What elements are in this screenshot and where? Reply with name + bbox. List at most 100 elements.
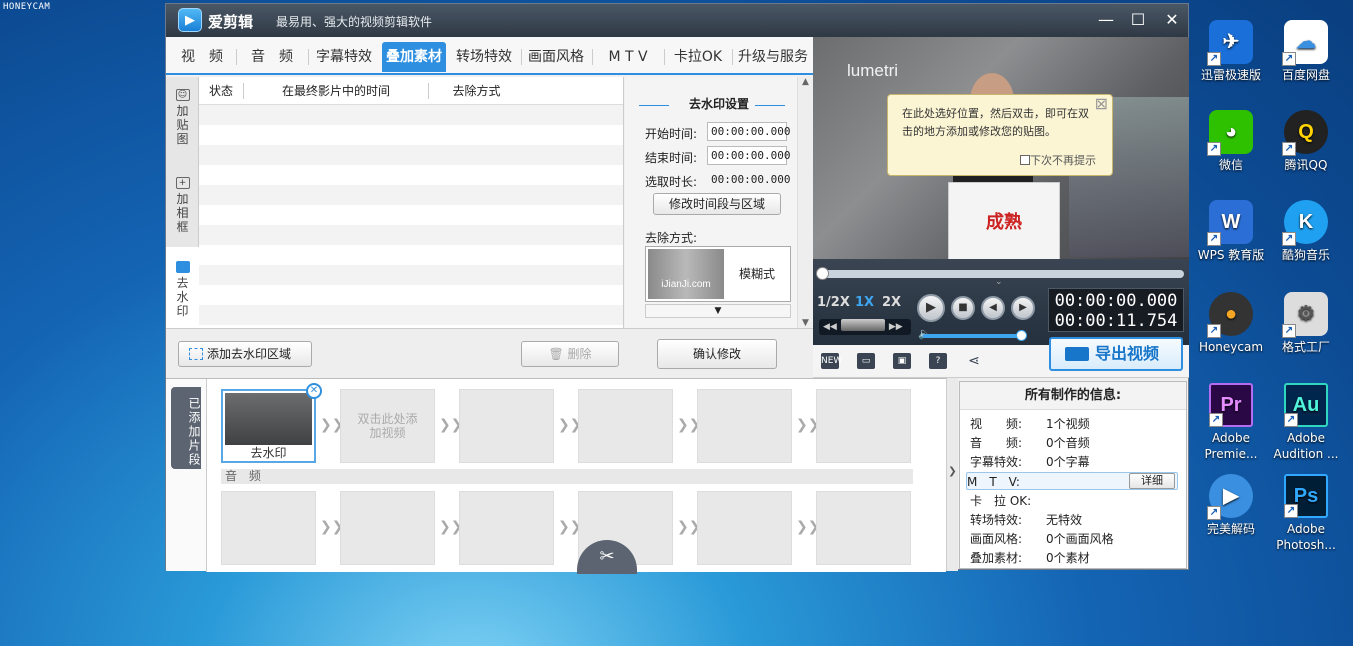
desktop-icon-wps[interactable]: W ↗ WPS 教育版 xyxy=(1192,200,1270,263)
confirm-modify-button[interactable]: 确认修改 xyxy=(657,339,777,369)
tab-subtitle-effects[interactable]: 字幕特效 xyxy=(312,42,376,72)
speed-2x[interactable]: 2X xyxy=(882,295,901,310)
remove-clip-icon[interactable]: ✕ xyxy=(306,383,322,399)
clip-label: 去水印 xyxy=(250,446,287,460)
seek-bar-mini[interactable]: ◀◀ ▶▶ xyxy=(819,319,911,335)
desktop-icon-wechat[interactable]: ◕ ↗ 微信 xyxy=(1192,110,1270,173)
audition-icon: Au ↗ xyxy=(1284,383,1328,427)
removal-method-value: 模糊式 xyxy=(738,267,775,281)
open-folder-icon[interactable]: ▭ xyxy=(857,353,875,369)
next-frame-button[interactable]: ▶ xyxy=(1011,296,1035,320)
audio-slot[interactable] xyxy=(221,491,316,565)
watermark-list: 状态 在最终影片中的时间 去除方式 xyxy=(199,77,624,328)
clip-slot[interactable] xyxy=(578,389,673,463)
volume-slider[interactable] xyxy=(923,330,1027,341)
tab-karaoke[interactable]: 卡拉OK xyxy=(668,42,728,72)
dont-show-again-checkbox[interactable]: 下次不再提示 xyxy=(1020,152,1096,170)
desktop-icon-xunlei[interactable]: ✈ ↗ 迅雷极速版 xyxy=(1192,20,1270,83)
minimize-button[interactable]: — xyxy=(1095,9,1117,31)
info-row-transitions: 转场特效: 无特效 xyxy=(970,513,1083,527)
new-project-icon[interactable]: NEW xyxy=(821,353,842,369)
watermark-settings-title: 去水印设置 xyxy=(688,97,749,111)
detail-button[interactable]: 详细 xyxy=(1129,473,1175,489)
aijianji-window: ▶ 爱剪辑 最易用、强大的视频剪辑软件 — ☐ ✕ 视 频 音 频 字幕特效 叠… xyxy=(165,3,1189,574)
delete-button[interactable]: 🗑 删除 xyxy=(521,341,619,367)
premiere-icon: Pr ↗ xyxy=(1209,383,1253,427)
side-tab-add-frame[interactable]: + 加相框 xyxy=(166,177,199,237)
audio-slot[interactable] xyxy=(697,491,792,565)
tab-transition-effects[interactable]: 转场特效 xyxy=(452,42,516,72)
production-info-panel: 所有制作的信息: 视 频: 1个视频 音 频: 0个音频 字幕特效: 0个字幕 M T… xyxy=(959,381,1187,569)
progress-handle[interactable] xyxy=(816,267,829,280)
desktop-icon-premiere[interactable]: Pr ↗ Adobe Premie... xyxy=(1192,383,1270,462)
desktop-icon-photoshop[interactable]: Ps ↗ Adobe Photosh... xyxy=(1267,474,1345,553)
tab-mtv[interactable]: M T V xyxy=(596,42,660,72)
col-status[interactable]: 状态 xyxy=(199,83,244,99)
add-watermark-region-button[interactable]: 添加去水印区域 xyxy=(178,341,312,367)
format-factory-icon: ⚙ ↗ xyxy=(1282,292,1328,338)
sticker-icon: ☺ xyxy=(175,89,190,101)
side-tab-remove-watermark[interactable]: 去水印 xyxy=(166,247,199,328)
audio-slot[interactable] xyxy=(340,491,435,565)
speed-half[interactable]: 1/2X xyxy=(817,295,850,310)
desktop-icon-format-factory[interactable]: ⚙ ↗ 格式工厂 xyxy=(1267,292,1345,355)
close-button[interactable]: ✕ xyxy=(1161,9,1183,31)
desktop-icon-qq[interactable]: Q ↗ 腾讯QQ xyxy=(1267,110,1345,173)
stop-button[interactable]: ■ xyxy=(951,296,975,320)
desktop-icon-audition[interactable]: Au ↗ Adobe Audition ... xyxy=(1267,383,1345,462)
col-removal-method[interactable]: 去除方式 xyxy=(429,83,524,99)
desktop-icon-baidu-pan[interactable]: ☁ ↗ 百度网盘 xyxy=(1267,20,1345,83)
info-row-subtitles: 字幕特效: 0个字幕 xyxy=(970,455,1090,469)
desktop-icon-honeycam[interactable]: ● ↗ Honeycam xyxy=(1192,292,1270,355)
frame-icon: + xyxy=(175,177,190,189)
duration-row: 选取时长: 00:00:00.000 xyxy=(645,173,791,189)
info-row-audio: 音 频: 0个音频 xyxy=(970,436,1090,450)
start-time-input[interactable]: 00:00:00.000 xyxy=(707,122,790,141)
time-display: 00:00:00.000 00:00:11.754 xyxy=(1048,288,1184,332)
info-row-mtv: M T V: 详细 xyxy=(966,472,1178,490)
video-preview[interactable]: 成熟 lumetri 在此处选好位置，然后双击，即可在双击的地方添加或修改您的贴… xyxy=(813,37,1189,259)
audio-slot[interactable] xyxy=(459,491,554,565)
col-time-in-final[interactable]: 在最终影片中的时间 xyxy=(244,83,429,99)
end-time-input[interactable]: 00:00:00.000 xyxy=(707,146,790,165)
placement-tooltip: 在此处选好位置，然后双击，即可在双击的地方添加或修改您的贴图。 ⊠ 下次不再提示 xyxy=(887,94,1113,176)
tooltip-close-icon[interactable]: ⊠ xyxy=(1095,95,1108,113)
main-tabs: 视 频 音 频 字幕特效 叠加素材 转场特效 画面风格 M T V 卡拉OK 升… xyxy=(166,37,813,75)
placard: 成熟 xyxy=(948,182,1060,259)
desktop-icon-potplayer[interactable]: ▶ ↗ 完美解码 xyxy=(1192,474,1270,537)
clip-slot-1[interactable]: 去水印 ✕ xyxy=(221,383,322,463)
audio-slot[interactable] xyxy=(816,491,911,565)
clip-slot[interactable] xyxy=(459,389,554,463)
settings-scrollbar[interactable]: ▲ ▼ xyxy=(797,77,813,328)
photoshop-icon: Ps ↗ xyxy=(1284,474,1328,518)
progress-collapse-icon[interactable]: ⌄ xyxy=(995,277,1003,287)
clip-slot-empty[interactable]: 双击此处添加视频 xyxy=(340,389,435,463)
tab-overlay-material[interactable]: 叠加素材 xyxy=(382,42,446,72)
baidu-pan-icon: ☁ ↗ xyxy=(1282,20,1328,66)
help-icon[interactable]: ? xyxy=(929,353,947,369)
tab-video[interactable]: 视 频 xyxy=(172,42,232,72)
wechat-icon: ◕ ↗ xyxy=(1207,110,1253,156)
added-clips-tab: 已添加片段 xyxy=(171,387,201,469)
prev-frame-button[interactable]: ◀ xyxy=(981,296,1005,320)
expand-info-icon[interactable]: ❯ xyxy=(946,378,958,571)
clip-slot[interactable] xyxy=(697,389,792,463)
start-time-row: 开始时间: 00:00:00.000 xyxy=(645,122,790,142)
modify-time-region-button[interactable]: 修改时间段与区域 xyxy=(653,193,781,215)
export-video-button[interactable]: 导出视频 xyxy=(1049,337,1183,371)
share-icon[interactable]: ⋖ xyxy=(965,353,983,369)
maximize-button[interactable]: ☐ xyxy=(1127,9,1149,31)
speed-1x[interactable]: 1X xyxy=(855,295,874,310)
clip-slot[interactable] xyxy=(816,389,911,463)
list-action-bar: 添加去水印区域 🗑 删除 确认修改 xyxy=(166,328,813,378)
removal-method-selector[interactable]: iJianJi.com 模糊式 xyxy=(645,246,791,302)
tab-audio[interactable]: 音 频 xyxy=(242,42,302,72)
desktop-icon-kugou[interactable]: K ↗ 酷狗音乐 xyxy=(1267,200,1345,263)
save-icon[interactable]: ▣ xyxy=(893,353,911,369)
tab-picture-style[interactable]: 画面风格 xyxy=(524,42,588,72)
tab-upgrade-service[interactable]: 升级与服务 xyxy=(736,42,810,72)
play-button[interactable]: ▶ xyxy=(917,294,945,322)
side-tab-add-sticker[interactable]: ☺ 加贴图 xyxy=(166,89,199,149)
double-click-add-hint: 双击此处添加视频 xyxy=(357,412,418,440)
removal-method-dropdown-icon[interactable]: ▼ xyxy=(645,304,791,318)
